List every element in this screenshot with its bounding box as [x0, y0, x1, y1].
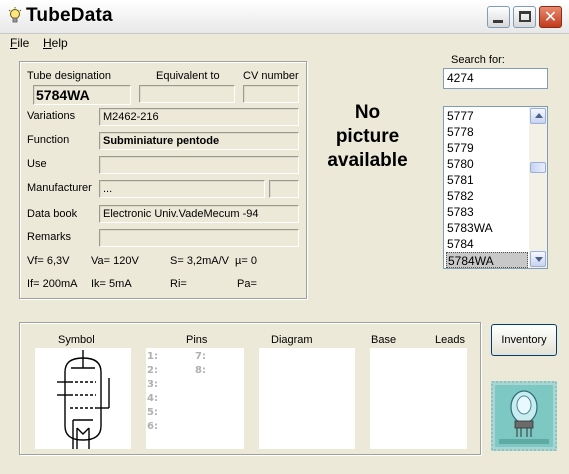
- cv-number-label: CV number: [243, 70, 299, 82]
- pins-panel: 1: 2: 3: 4: 5: 6: 7: 8:: [146, 348, 244, 449]
- leads-header: Leads: [435, 334, 465, 346]
- minimize-button[interactable]: [487, 6, 510, 28]
- va-value: Va= 120V: [91, 255, 139, 267]
- equivalent-to-label: Equivalent to: [156, 70, 220, 82]
- pin-label: 1:: [147, 351, 158, 362]
- lightbulb-icon: [8, 7, 22, 23]
- pin-label: 2:: [147, 365, 158, 376]
- equivalent-to-field[interactable]: [139, 85, 235, 103]
- manufacturer-code-field[interactable]: [269, 180, 299, 198]
- maximize-button[interactable]: [513, 6, 536, 28]
- cv-number-field[interactable]: [243, 85, 299, 103]
- search-label: Search for:: [451, 54, 505, 66]
- list-item[interactable]: 5777: [446, 108, 528, 124]
- s-value: S= 3,2mA/V: [170, 255, 230, 267]
- pins-header: Pins: [186, 334, 208, 346]
- pin-label: 6:: [147, 421, 158, 432]
- close-icon: ✕: [543, 7, 558, 26]
- base-header: Base: [371, 334, 397, 346]
- search-input[interactable]: 4274: [443, 68, 548, 89]
- pin-label: 3:: [147, 379, 158, 390]
- title-bar[interactable]: TubeData ✕: [0, 0, 569, 34]
- diagram-panel: [259, 348, 355, 449]
- list-item[interactable]: 5779: [446, 140, 528, 156]
- minimize-icon: [493, 20, 503, 23]
- list-item[interactable]: 5778: [446, 124, 528, 140]
- list-scrollbar[interactable]: [529, 107, 547, 268]
- arrow-down-icon: [535, 257, 543, 262]
- use-label: Use: [27, 158, 47, 170]
- ri-value: Ri=: [170, 278, 187, 290]
- pin-label: 4:: [147, 393, 158, 404]
- mu-value: µ= 0: [235, 255, 257, 267]
- pin-label: 8:: [195, 365, 206, 376]
- no-picture-text: No picture available: [320, 101, 415, 173]
- list-item[interactable]: 5783WA: [446, 220, 528, 236]
- scroll-up-button[interactable]: [530, 108, 546, 124]
- list-item[interactable]: 5784: [446, 236, 528, 252]
- inventory-button[interactable]: Inventory: [491, 324, 557, 356]
- list-item-selected[interactable]: 5784WA: [446, 252, 528, 268]
- scroll-thumb[interactable]: [530, 162, 546, 173]
- tube-list[interactable]: 5777 5778 5779 5780 5781 5782 5783 5783W…: [443, 106, 548, 269]
- manufacturer-field[interactable]: ...: [99, 180, 265, 198]
- variations-field[interactable]: M2462-216: [99, 108, 299, 126]
- menu-bar: File Help: [0, 34, 569, 52]
- manufacturer-label: Manufacturer: [27, 182, 92, 194]
- menu-file[interactable]: File: [10, 36, 29, 50]
- base-leads-panel: [370, 348, 467, 449]
- ik-value: Ik= 5mA: [91, 278, 132, 290]
- maximize-icon: [519, 11, 531, 22]
- scroll-down-button[interactable]: [530, 251, 546, 267]
- pin-label: 5:: [147, 407, 158, 418]
- data-book-field[interactable]: Electronic Univ.VadeMecum -94: [99, 205, 299, 223]
- list-item[interactable]: 5781: [446, 172, 528, 188]
- list-item[interactable]: 5780: [446, 156, 528, 172]
- remarks-label: Remarks: [27, 231, 72, 243]
- list-item[interactable]: 5782: [446, 188, 528, 204]
- function-label: Function: [27, 134, 70, 146]
- symbol-panel: [35, 348, 131, 449]
- tube-designation-field[interactable]: 5784WA: [33, 85, 131, 105]
- window-title: TubeData: [26, 5, 113, 26]
- pin-label: 7:: [195, 351, 206, 362]
- variations-label: Variations: [27, 110, 76, 122]
- diagram-header: Diagram: [271, 334, 313, 346]
- symbol-header: Symbol: [58, 334, 95, 346]
- no-picture-line-2: picture: [335, 126, 400, 147]
- pentode-symbol-icon: [57, 350, 110, 449]
- no-picture-line-1: No: [354, 102, 381, 123]
- tube-stamp-icon[interactable]: [491, 381, 557, 451]
- list-item[interactable]: 5783: [446, 204, 528, 220]
- if-value: If= 200mA: [27, 278, 78, 290]
- use-field[interactable]: [99, 156, 299, 174]
- vf-value: Vf= 6,3V: [27, 255, 70, 267]
- close-button[interactable]: ✕: [539, 6, 562, 28]
- data-book-label: Data book: [27, 208, 78, 220]
- tube-designation-label: Tube designation: [27, 70, 111, 82]
- remarks-field[interactable]: [99, 229, 299, 247]
- arrow-up-icon: [535, 113, 543, 118]
- no-picture-line-3: available: [327, 150, 408, 171]
- function-field[interactable]: Subminiature pentode: [99, 132, 299, 150]
- menu-help[interactable]: Help: [43, 36, 68, 50]
- pa-value: Pa=: [237, 278, 257, 290]
